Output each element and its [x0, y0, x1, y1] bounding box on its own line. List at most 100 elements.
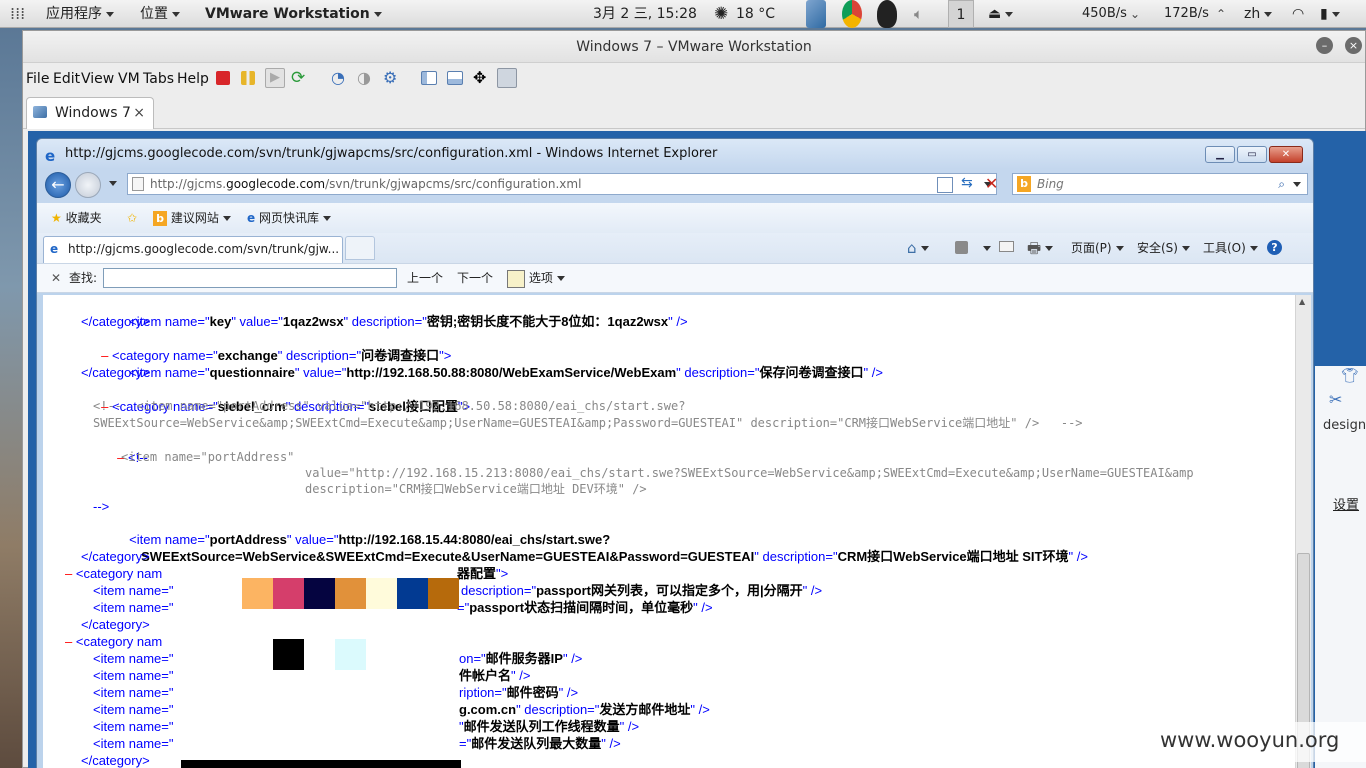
xml-tag: " description="	[516, 702, 600, 717]
xml-document-view[interactable]: <item name="key" value="1qaz2wsx" descri…	[43, 295, 1295, 768]
attr-value: passport状态扫描间隔时间，单位毫秒	[469, 600, 694, 615]
forward-button[interactable]	[75, 172, 101, 198]
clock[interactable]: 3月 2 三, 15:28	[593, 0, 697, 28]
attr-value: 邮件服务器IP	[485, 651, 563, 666]
vmware-tray-icon[interactable]	[806, 0, 826, 28]
find-bar: ✕ 查找: 上一个 下一个 选项	[37, 263, 1313, 293]
menu-edit[interactable]: Edit	[53, 64, 80, 94]
tab-windows-7[interactable]: Windows 7 ×	[26, 97, 154, 129]
find-next-button[interactable]: 下一个	[457, 264, 493, 292]
battery-icon[interactable]: ▮	[1320, 0, 1340, 28]
history-dropdown-icon[interactable]	[109, 181, 117, 186]
attr-value: CRM接口WebService端口地址 SIT环境	[837, 549, 1069, 564]
apps-grid-icon[interactable]: ⁞⁞⁞	[10, 0, 25, 28]
add-favorites-icon[interactable]: ✩	[127, 203, 137, 233]
page-menu[interactable]: 页面(P)	[1071, 233, 1124, 263]
minimize-button[interactable]: –	[1316, 37, 1333, 54]
menu-help[interactable]: Help	[177, 64, 209, 94]
back-button[interactable]: ←	[45, 172, 71, 198]
full-screen-icon[interactable]: ✥	[473, 68, 493, 88]
search-options-icon[interactable]	[1293, 182, 1301, 187]
ie-tab-active[interactable]: e http://gjcms.googlecode.com/svn/trunk/…	[43, 236, 343, 263]
xml-tag: " />	[863, 365, 883, 380]
guest-screen[interactable]: 👕︎ ✂ design 设置 http://gjcms.googlecode.c…	[28, 131, 1366, 768]
find-input[interactable]	[103, 268, 397, 288]
refresh-icon[interactable]: ⇆	[961, 175, 973, 191]
show-library-icon[interactable]	[421, 71, 437, 85]
applications-menu[interactable]: 应用程序	[46, 0, 114, 28]
collapse-toggle[interactable]: –	[65, 634, 72, 649]
download-arrow-icon: ⌄	[1130, 7, 1141, 21]
home-icon[interactable]: ⌂	[907, 239, 929, 257]
vertical-scrollbar[interactable]: ▲	[1295, 295, 1311, 768]
snapshot-manager-icon[interactable]: ⚙	[383, 68, 403, 88]
power-off-icon[interactable]	[216, 71, 230, 85]
menu-vm[interactable]: VM	[118, 64, 140, 94]
print-icon[interactable]: 🖶︎	[1027, 238, 1054, 263]
xml-comment: <item name="portAddress"	[121, 450, 295, 464]
menu-file[interactable]: File	[26, 64, 49, 94]
read-mail-icon[interactable]	[999, 241, 1014, 252]
xml-tag: " />	[1068, 549, 1088, 564]
reset-icon[interactable]: ⟳	[291, 68, 311, 88]
xml-tag: " />	[601, 736, 621, 751]
shirt-icon: 👕︎	[1341, 368, 1359, 384]
eject-icon[interactable]: ⏏	[988, 0, 1014, 28]
power-on-icon[interactable]: ▶	[265, 68, 285, 88]
find-previous-button[interactable]: 上一个	[407, 264, 443, 292]
active-app-menu[interactable]: VMware Workstation	[205, 0, 382, 28]
safety-menu-label: 安全(S)	[1137, 241, 1178, 255]
ie-close-button[interactable]: ✕	[1269, 146, 1303, 163]
qq-penguin-icon[interactable]	[877, 0, 897, 28]
snapshot-icon[interactable]: ◔	[331, 68, 351, 88]
tools-menu[interactable]: 工具(O)	[1203, 233, 1258, 263]
suggested-sites-button[interactable]: b 建议网站	[153, 203, 231, 233]
ie-maximize-button[interactable]: ▭	[1237, 146, 1267, 163]
find-close-icon[interactable]: ✕	[51, 264, 61, 292]
revert-snapshot-icon[interactable]: ◑	[357, 68, 377, 88]
volume-icon[interactable]: 🔈︎	[914, 0, 923, 28]
active-app-label: VMware Workstation	[205, 6, 370, 22]
unity-icon[interactable]	[497, 68, 517, 88]
find-options-button[interactable]: 选项	[507, 264, 565, 292]
vm-tab-close-icon[interactable]: ×	[133, 98, 145, 128]
feeds-dropdown-icon[interactable]	[983, 246, 991, 251]
web-slice-button[interactable]: e 网页快讯库	[247, 203, 331, 233]
menu-tabs[interactable]: Tabs	[143, 64, 174, 94]
collapse-toggle[interactable]: –	[65, 566, 72, 581]
search-input[interactable]: b Bing ⌕	[1012, 173, 1308, 195]
new-tab-button[interactable]	[345, 236, 375, 260]
favorites-button[interactable]: ★ 收藏夹	[51, 203, 102, 233]
help-icon[interactable]: ?	[1267, 240, 1282, 255]
search-icon[interactable]: ⌕	[1278, 174, 1285, 194]
address-input[interactable]: http://gjcms.googlecode.com/svn/trunk/gj…	[127, 173, 997, 195]
xml-tag: " description="	[676, 365, 760, 380]
chrome-icon[interactable]	[842, 0, 862, 28]
redaction-swatch	[273, 578, 304, 609]
menu-view[interactable]: View	[81, 64, 114, 94]
xml-line: – <category nam	[65, 633, 162, 650]
feeds-icon[interactable]	[955, 241, 968, 254]
ie-minimize-button[interactable]: ▁	[1205, 146, 1235, 163]
suspend-icon[interactable]	[241, 71, 255, 85]
xml-tag: " />	[511, 668, 531, 683]
workspace-indicator[interactable]: 1	[948, 0, 974, 28]
input-method-menu[interactable]: zh	[1244, 0, 1273, 28]
wifi-icon[interactable]: ◠	[1292, 0, 1304, 28]
thumbnail-bar-icon[interactable]	[447, 71, 463, 85]
bing-small-icon: b	[153, 211, 167, 226]
scroll-up-icon[interactable]: ▲	[1299, 297, 1305, 306]
xml-tag: " />	[693, 600, 713, 615]
address-host: googlecode.com	[226, 177, 326, 191]
settings-link[interactable]: 设置	[1333, 494, 1359, 513]
close-button[interactable]: ×	[1345, 37, 1362, 54]
places-menu[interactable]: 位置	[140, 0, 180, 28]
xml-tag: " />	[690, 702, 710, 717]
design-label[interactable]: design	[1323, 418, 1366, 433]
stop-icon[interactable]: ✕	[985, 174, 998, 193]
compat-view-icon[interactable]	[937, 177, 953, 193]
attr-value: 件帐户名	[459, 668, 512, 683]
weather-temp[interactable]: 18 °C	[736, 0, 775, 28]
safety-menu[interactable]: 安全(S)	[1137, 233, 1190, 263]
xml-line: </category>	[81, 365, 150, 380]
